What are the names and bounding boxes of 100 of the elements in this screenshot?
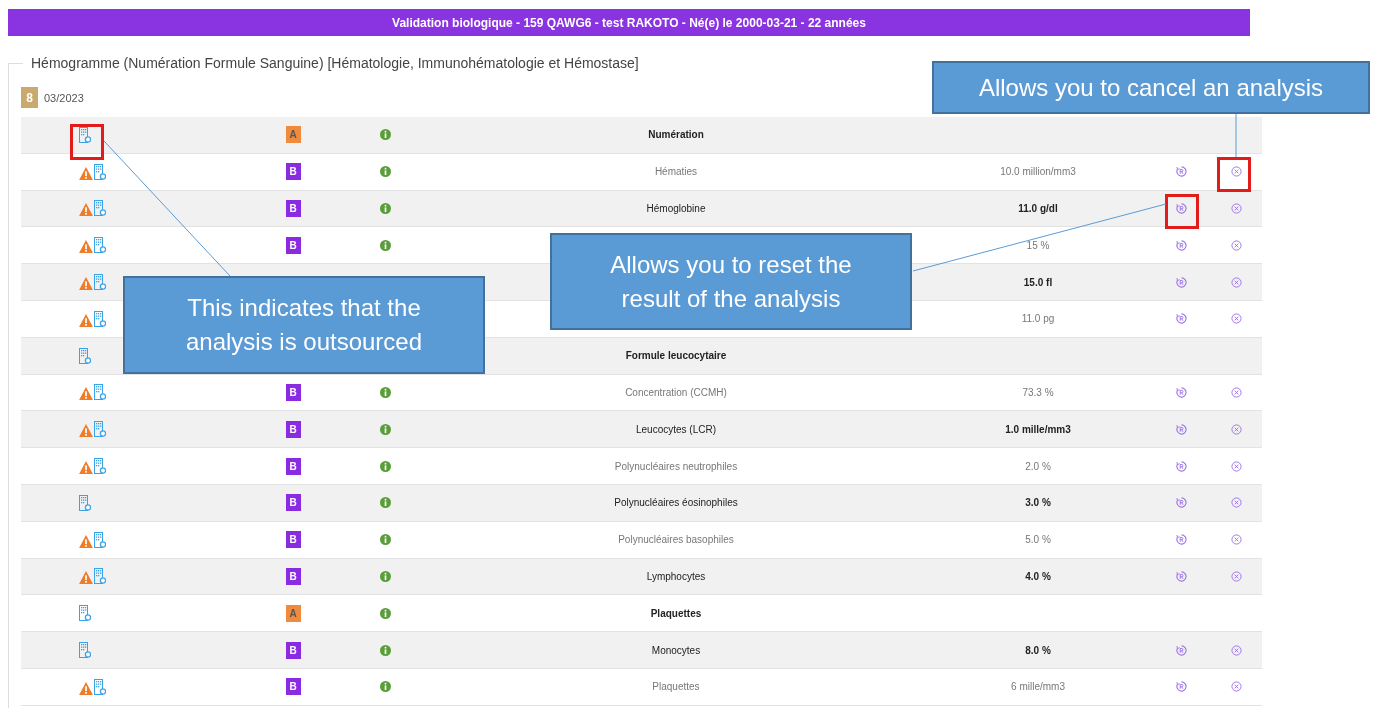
building-gear-icon[interactable] xyxy=(94,678,106,695)
result-value: 11.0 g/dl xyxy=(1018,203,1058,214)
grade-badge: B xyxy=(285,641,301,659)
header-bar: Validation biologique - 159 QAWG6 - test RAKOTO - Né(e) le 2000-03-21 - 22 années xyxy=(8,9,1250,36)
result-value: 8.0 % xyxy=(1025,644,1051,656)
building-gear-icon[interactable] xyxy=(79,494,91,511)
highlight-frame xyxy=(70,124,104,160)
grade-badge: B xyxy=(285,420,301,438)
cancel-icon[interactable] xyxy=(1231,276,1242,288)
info-icon[interactable] xyxy=(379,129,391,141)
callout-box: Allows you to reset the result of the analysis xyxy=(550,233,912,330)
cancel-icon[interactable] xyxy=(1231,534,1242,546)
reset-icon[interactable] xyxy=(1175,166,1187,178)
count-badge: 8 xyxy=(21,87,38,108)
analysis-name: Lymphocytes xyxy=(646,570,706,582)
cancel-icon[interactable] xyxy=(1231,423,1242,435)
result-value: 4.0 % xyxy=(1025,570,1051,582)
reset-icon[interactable] xyxy=(1175,534,1187,546)
building-gear-icon[interactable] xyxy=(94,384,106,401)
reset-icon[interactable] xyxy=(1175,386,1187,398)
info-icon[interactable] xyxy=(379,607,391,619)
info-icon[interactable] xyxy=(379,644,391,656)
analysis-name: Polynucléaires neutrophiles xyxy=(614,460,738,472)
date-label: 03/2023 xyxy=(44,91,84,104)
reset-icon[interactable] xyxy=(1175,203,1187,214)
highlight-frame xyxy=(1165,194,1199,229)
result-value: 2.0 % xyxy=(1025,460,1051,472)
building-gear-icon[interactable] xyxy=(79,605,91,622)
result-value: 11.0 pg xyxy=(1021,313,1055,325)
result-value: 3.0 % xyxy=(1025,497,1051,509)
building-gear-icon[interactable] xyxy=(94,458,106,475)
analysis-name: Leucocytes (LCR) xyxy=(636,423,716,435)
info-icon[interactable] xyxy=(379,497,391,509)
reset-icon[interactable] xyxy=(1175,313,1187,325)
building-gear-icon[interactable] xyxy=(94,237,106,254)
building-gear-icon[interactable] xyxy=(79,126,91,143)
info-icon[interactable] xyxy=(379,460,391,472)
cancel-icon[interactable] xyxy=(1231,386,1242,398)
analysis-name: Polynucléaires éosinophiles xyxy=(614,497,738,509)
building-gear-icon[interactable] xyxy=(79,347,91,364)
info-icon[interactable] xyxy=(379,681,391,693)
cancel-icon[interactable] xyxy=(1231,239,1242,251)
cancel-icon[interactable] xyxy=(1231,644,1242,656)
grade-badge: B xyxy=(285,678,301,696)
grade-badge: B xyxy=(285,457,301,475)
grade-badge: B xyxy=(285,383,301,401)
cancel-icon[interactable] xyxy=(1231,497,1242,509)
section-title: Hémogramme (Numération Formule Sanguine) [Hématologie, Immunohématologie et Hémostase] xyxy=(31,54,639,73)
analysis-name: Monocytes xyxy=(651,644,701,656)
grade-badge: A xyxy=(285,604,301,622)
building-gear-icon[interactable] xyxy=(79,642,91,659)
cancel-icon[interactable] xyxy=(1231,313,1242,325)
result-value: 1.0 mille/mm3 xyxy=(1005,423,1071,435)
reset-icon[interactable] xyxy=(1175,644,1187,656)
grade-badge: B xyxy=(285,567,301,585)
cancel-icon[interactable] xyxy=(1231,681,1242,693)
building-gear-icon[interactable] xyxy=(94,568,106,585)
building-gear-icon[interactable] xyxy=(94,310,106,327)
result-value: 73.3 % xyxy=(1022,386,1054,398)
grade-badge: B xyxy=(285,200,301,217)
result-value: 15 % xyxy=(1026,239,1050,251)
grade-badge: B xyxy=(285,163,301,181)
grade-badge: A xyxy=(285,126,301,144)
analysis-name: Formule leucocytaire xyxy=(625,350,727,362)
cancel-icon[interactable] xyxy=(1231,460,1242,472)
analysis-name: Hématies xyxy=(654,166,698,178)
callout-box: Allows you to cancel an analysis xyxy=(932,61,1370,114)
cancel-icon[interactable] xyxy=(1231,166,1242,178)
info-icon[interactable] xyxy=(379,386,391,398)
leader-line xyxy=(1235,113,1237,158)
analysis-name: Numération xyxy=(648,129,704,141)
info-icon[interactable] xyxy=(379,570,391,582)
reset-icon[interactable] xyxy=(1175,276,1187,288)
building-gear-icon[interactable] xyxy=(94,421,106,438)
reset-icon[interactable] xyxy=(1175,497,1187,509)
grade-badge: B xyxy=(285,494,301,512)
info-icon[interactable] xyxy=(379,203,391,214)
reset-icon[interactable] xyxy=(1175,570,1187,582)
info-icon[interactable] xyxy=(379,166,391,178)
info-icon[interactable] xyxy=(379,423,391,435)
building-gear-icon[interactable] xyxy=(94,531,106,548)
info-icon[interactable] xyxy=(379,534,391,546)
result-value: 5.0 % xyxy=(1025,534,1051,546)
analysis-name: Concentration (CCMH) xyxy=(625,386,727,398)
result-value: 10.0 million/mm3 xyxy=(1000,166,1076,178)
building-gear-icon[interactable] xyxy=(94,274,106,291)
building-gear-icon[interactable] xyxy=(94,200,106,217)
reset-icon[interactable] xyxy=(1175,423,1187,435)
analysis-name: Hémoglobine xyxy=(646,203,706,214)
grade-badge: B xyxy=(285,531,301,549)
reset-icon[interactable] xyxy=(1175,460,1187,472)
reset-icon[interactable] xyxy=(1175,681,1187,693)
info-icon[interactable] xyxy=(379,239,391,251)
building-gear-icon[interactable] xyxy=(94,163,106,180)
grade-badge: B xyxy=(285,236,301,254)
cancel-icon[interactable] xyxy=(1231,203,1242,214)
reset-icon[interactable] xyxy=(1175,239,1187,251)
analysis-name: Plaquettes xyxy=(650,607,702,619)
analysis-name: Plaquettes xyxy=(652,681,700,693)
cancel-icon[interactable] xyxy=(1231,570,1242,582)
